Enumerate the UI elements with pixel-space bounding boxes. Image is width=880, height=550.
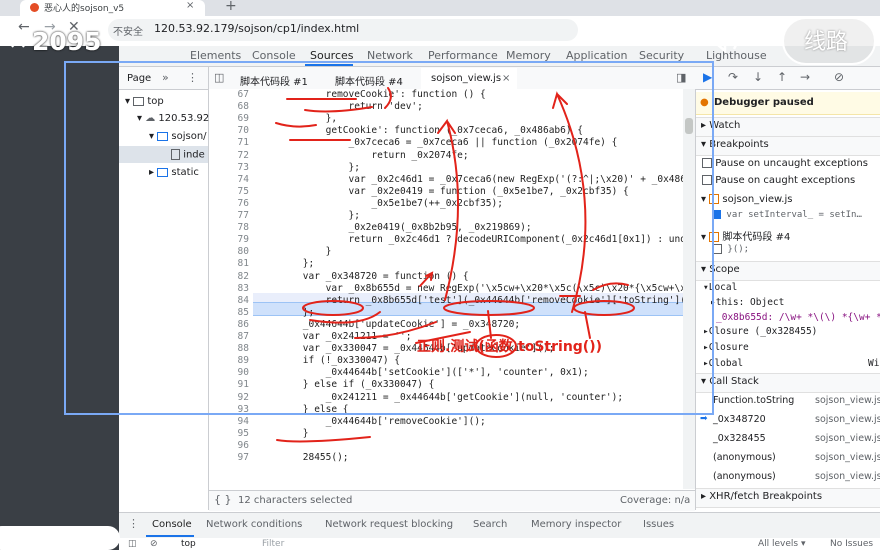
- underline-return-dev: [304, 106, 373, 113]
- red-annotation-marks: [275, 87, 635, 443]
- arrow-up-1: [437, 118, 459, 301]
- arrow-top-left: [384, 87, 392, 109]
- circle-tostring: [573, 300, 635, 316]
- line-tostring-down: [584, 311, 591, 339]
- circle-test: [302, 300, 364, 316]
- line-switch-label[interactable]: 线路: [804, 24, 848, 56]
- bottom-overlay-pill: [0, 526, 120, 550]
- volume-icon[interactable]: [706, 22, 742, 56]
- arrow-up-2: [552, 91, 587, 313]
- arrow-to-function: [419, 271, 434, 287]
- viewers-icon: [11, 32, 25, 48]
- viewer-count: 2095: [32, 27, 102, 56]
- underline-close-brace: [275, 122, 317, 128]
- arrow-right-regex: [592, 282, 629, 291]
- underline-line-94: [276, 436, 371, 443]
- red-annotation-label: 正则.测试(函数.toString()): [417, 339, 603, 355]
